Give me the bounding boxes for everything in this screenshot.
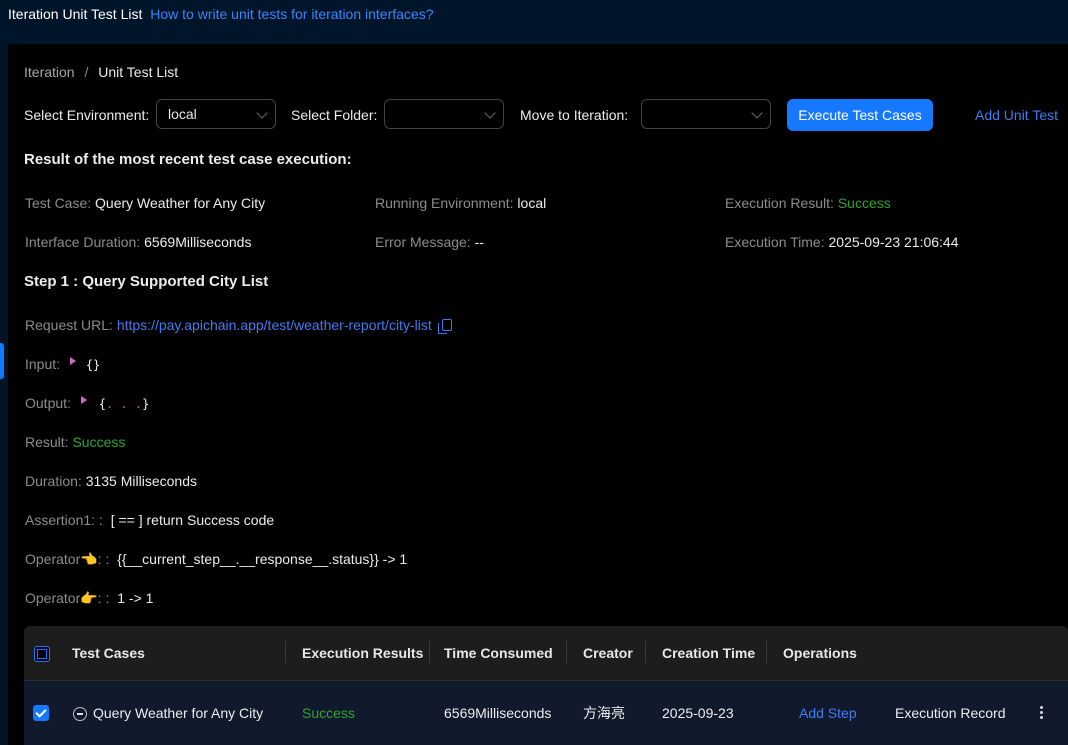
assertion-value: [ == ] return Success code [110, 512, 275, 528]
result-running-env: Running Environment: local [375, 195, 546, 211]
result-duration: Interface Duration: 6569Milliseconds [25, 234, 251, 250]
step-input: Input: {} [25, 356, 100, 372]
error-label: Error Message: [375, 234, 471, 250]
duration-value: 6569Milliseconds [144, 234, 252, 250]
header-title-row: Iteration Unit Test List How to write un… [8, 6, 434, 22]
step-duration-value: 3135 Milliseconds [85, 473, 197, 489]
exec-time-label: Execution Time: [725, 234, 825, 250]
sidebar-active-indicator [0, 343, 4, 379]
creator-cell: 方海亮 [583, 705, 625, 721]
running-env-label: Running Environment: [375, 195, 514, 211]
test-case-value: Query Weather for Any City [95, 195, 266, 211]
input-label: Input: [25, 356, 61, 372]
operator-left-label: Operator👈: : [25, 551, 110, 567]
exec-result-value: Success [837, 195, 891, 211]
move-iteration-select[interactable] [641, 99, 771, 129]
main-panel: Iteration / Unit Test List Select Enviro… [8, 44, 1068, 745]
column-header-time-consumed: Time Consumed [444, 645, 553, 661]
breadcrumb: Iteration / Unit Test List [24, 64, 178, 80]
step-result-value: Success [72, 434, 126, 450]
step-result: Result: Success [25, 434, 125, 450]
test-case-name: Query Weather for Any City [93, 705, 264, 721]
breadcrumb-current: Unit Test List [98, 64, 179, 80]
step-operator-left: Operator👈: : {{__current_step__.__respon… [25, 551, 407, 568]
error-value: -- [474, 234, 484, 250]
breadcrumb-iteration[interactable]: Iteration [24, 64, 75, 80]
result-heading: Result of the most recent test case exec… [24, 151, 352, 168]
column-divider [645, 641, 646, 663]
expand-triangle-icon[interactable] [80, 396, 87, 404]
creation-time-cell: 2025-09-23 [662, 705, 734, 721]
time-consumed-cell: 6569Milliseconds [444, 705, 552, 721]
help-link[interactable]: How to write unit tests for iteration in… [150, 6, 433, 22]
step-heading: Step 1 : Query Supported City List [24, 273, 269, 290]
execution-result-cell: Success [302, 705, 355, 721]
table-header: Test Cases Execution Results Time Consum… [24, 626, 1068, 680]
operator-right-label: Operator👉: : [25, 590, 110, 606]
chevron-down-icon [256, 107, 268, 119]
column-divider [429, 641, 430, 663]
environment-select-value: local [168, 106, 197, 122]
column-header-creator: Creator [583, 645, 633, 661]
exec-result-label: Execution Result: [725, 195, 834, 211]
test-case-cell: Query Weather for Any City [73, 681, 263, 745]
environment-select[interactable]: local [156, 99, 276, 129]
step-output: Output: {. . .} [25, 395, 149, 411]
chevron-down-icon [484, 107, 496, 119]
result-test-case: Test Case: Query Weather for Any City [25, 195, 265, 211]
column-header-execution-results: Execution Results [302, 645, 424, 661]
more-options-icon[interactable] [1040, 704, 1044, 721]
collapse-icon[interactable] [73, 707, 87, 722]
step-duration-label: Duration: [25, 473, 82, 489]
table-row[interactable]: Query Weather for Any City Success 6569M… [24, 680, 1068, 745]
assertion-label: Assertion1: : [25, 512, 103, 528]
result-exec-time: Execution Time: 2025-09-23 21:06:44 [725, 234, 959, 250]
result-exec-result: Execution Result: Success [725, 195, 891, 211]
folder-select[interactable] [384, 99, 504, 129]
request-url-label: Request URL: [25, 317, 113, 333]
output-json-collapsed[interactable]: . . . [106, 397, 142, 411]
step-request-url: Request URL: https://pay.apichain.app/te… [25, 317, 452, 334]
step-assertion: Assertion1: : [ == ] return Success code [25, 512, 274, 528]
expand-triangle-icon[interactable] [69, 357, 76, 365]
request-url-link[interactable]: https://pay.apichain.app/test/weather-re… [117, 317, 432, 333]
operator-right-value: 1 -> 1 [117, 590, 154, 606]
chevron-down-icon [751, 107, 763, 119]
step-duration: Duration: 3135 Milliseconds [25, 473, 197, 489]
step-operator-right: Operator👉: : 1 -> 1 [25, 590, 153, 607]
row-checkbox[interactable] [33, 705, 49, 721]
column-header-operations: Operations [783, 645, 857, 661]
select-all-checkbox[interactable] [34, 646, 50, 662]
test-case-label: Test Case: [25, 195, 92, 211]
env-select-label: Select Environment: [24, 107, 150, 123]
folder-select-label: Select Folder: [291, 107, 378, 123]
column-header-creation-time: Creation Time [662, 645, 756, 661]
input-json: {} [85, 358, 101, 372]
result-error: Error Message: -- [375, 234, 484, 250]
column-divider [766, 641, 767, 663]
execution-record-link[interactable]: Execution Record [895, 681, 1006, 745]
add-unit-test-link[interactable]: Add Unit Test [975, 107, 1058, 123]
output-json-open: { [98, 397, 106, 411]
column-divider [566, 641, 567, 663]
execute-test-cases-button[interactable]: Execute Test Cases [787, 99, 933, 131]
step-result-label: Result: [25, 434, 69, 450]
running-env-value: local [517, 195, 547, 211]
duration-label: Interface Duration: [25, 234, 141, 250]
output-label: Output: [25, 395, 71, 411]
column-header-test-cases: Test Cases [72, 645, 145, 661]
page-title: Iteration Unit Test List [8, 6, 143, 22]
test-cases-table: Test Cases Execution Results Time Consum… [24, 626, 1068, 745]
copy-icon[interactable] [437, 319, 452, 334]
move-iteration-label: Move to Iteration: [520, 107, 629, 123]
exec-time-value: 2025-09-23 21:06:44 [828, 234, 959, 250]
breadcrumb-separator: / [84, 64, 89, 80]
column-divider [285, 641, 286, 663]
operator-left-value: {{__current_step__.__response__.status}}… [117, 551, 408, 567]
output-json-close: } [142, 397, 150, 411]
top-header: Iteration Unit Test List How to write un… [0, 0, 1068, 44]
add-step-link[interactable]: Add Step [799, 681, 857, 745]
